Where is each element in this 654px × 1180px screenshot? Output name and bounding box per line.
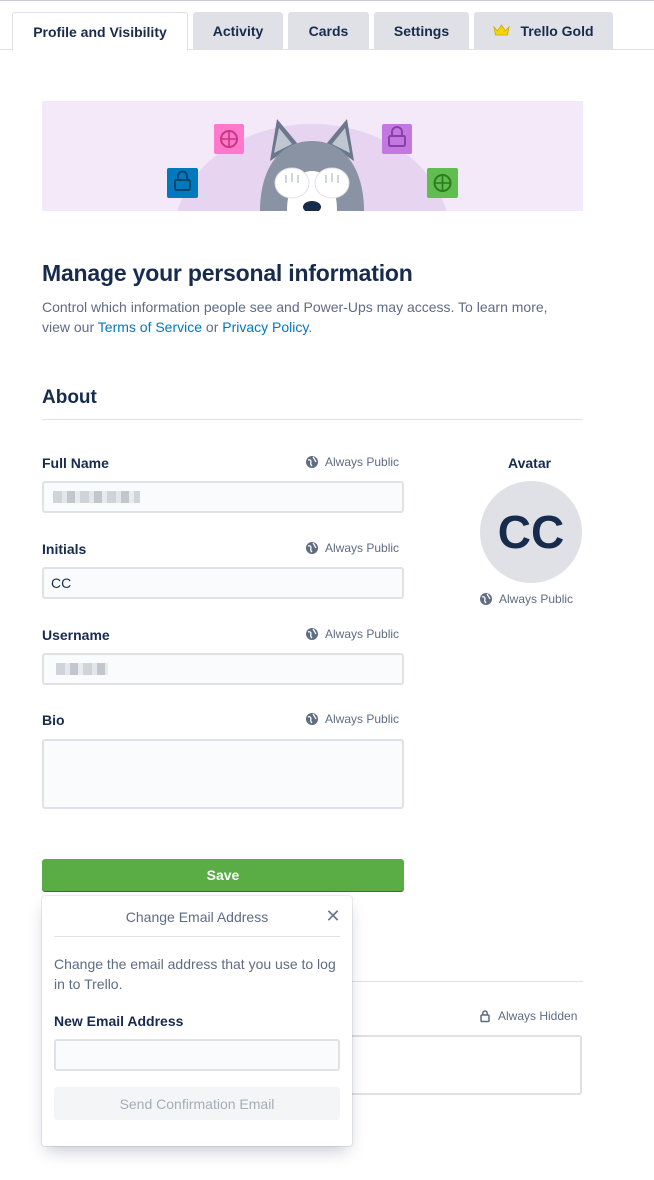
avatar[interactable]: CC [480, 481, 582, 583]
privacy-policy-link[interactable]: Privacy Policy [222, 319, 308, 335]
intro-text: Control which information people see and… [42, 297, 562, 337]
full-name-label: Full Name [42, 455, 109, 471]
initials-input[interactable]: CC [42, 567, 404, 599]
bio-textarea[interactable] [42, 739, 404, 809]
email-visibility-text: Always Hidden [498, 1009, 578, 1023]
globe-icon [306, 713, 318, 725]
tab-bar: Profile and Visibility Activity Cards Se… [0, 0, 654, 51]
tab-trello-gold-label: Trello Gold [520, 23, 594, 39]
email-input[interactable] [352, 1035, 582, 1095]
close-icon[interactable]: ✕ [323, 906, 343, 926]
email-visibility: Always Hidden [478, 1009, 577, 1023]
avatar-visibility: Always Public [479, 592, 573, 606]
tab-trello-gold[interactable]: Trello Gold [474, 12, 613, 50]
send-confirmation-email-button[interactable]: Send Confirmation Email [54, 1087, 340, 1120]
lock-icon [480, 1010, 490, 1023]
bio-visibility: Always Public [305, 712, 399, 726]
bio-visibility-text: Always Public [325, 712, 400, 726]
tab-settings[interactable]: Settings [374, 12, 469, 50]
initials-visibility-text: Always Public [325, 541, 400, 555]
popover-description: Change the email address that you use to… [54, 956, 336, 992]
tab-cards[interactable]: Cards [288, 12, 369, 50]
initials-label: Initials [42, 541, 87, 557]
username-visibility: Always Public [305, 627, 399, 641]
popover-title: Change Email Address [125, 909, 269, 925]
tab-activity[interactable]: Activity [193, 12, 283, 50]
globe-icon [480, 593, 492, 605]
full-name-visibility-text: Always Public [325, 455, 400, 469]
bio-label: Bio [42, 712, 65, 728]
full-name-visibility: Always Public [305, 455, 399, 469]
change-email-popover: Change Email Address ✕ Change the email … [42, 896, 352, 1146]
email-section-divider [352, 981, 583, 982]
redacted-full-name [53, 491, 140, 503]
username-label: Username [42, 627, 110, 643]
intro-or: or [205, 319, 219, 335]
crown-icon [493, 23, 511, 39]
globe-icon [306, 542, 318, 554]
full-name-input[interactable] [42, 481, 404, 513]
new-email-input[interactable] [54, 1039, 340, 1071]
terms-of-service-link[interactable]: Terms of Service [98, 319, 202, 335]
username-visibility-text: Always Public [325, 627, 400, 641]
profile-banner-illustration [42, 101, 583, 211]
initials-visibility: Always Public [305, 541, 399, 555]
about-section-title: About [42, 387, 97, 408]
tab-profile-and-visibility[interactable]: Profile and Visibility [12, 12, 188, 51]
section-divider [42, 419, 583, 420]
username-input[interactable] [42, 653, 404, 685]
avatar-visibility-text: Always Public [499, 592, 574, 606]
redacted-username [56, 663, 108, 675]
globe-icon [306, 456, 318, 468]
page-title: Manage your personal information [42, 260, 413, 286]
top-divider [0, 0, 654, 1]
save-button[interactable]: Save [42, 859, 404, 891]
popover-divider [54, 936, 340, 937]
avatar-label: Avatar [508, 455, 552, 471]
new-email-label: New Email Address [54, 1013, 184, 1029]
globe-icon [306, 628, 318, 640]
intro-period: . [308, 319, 313, 335]
